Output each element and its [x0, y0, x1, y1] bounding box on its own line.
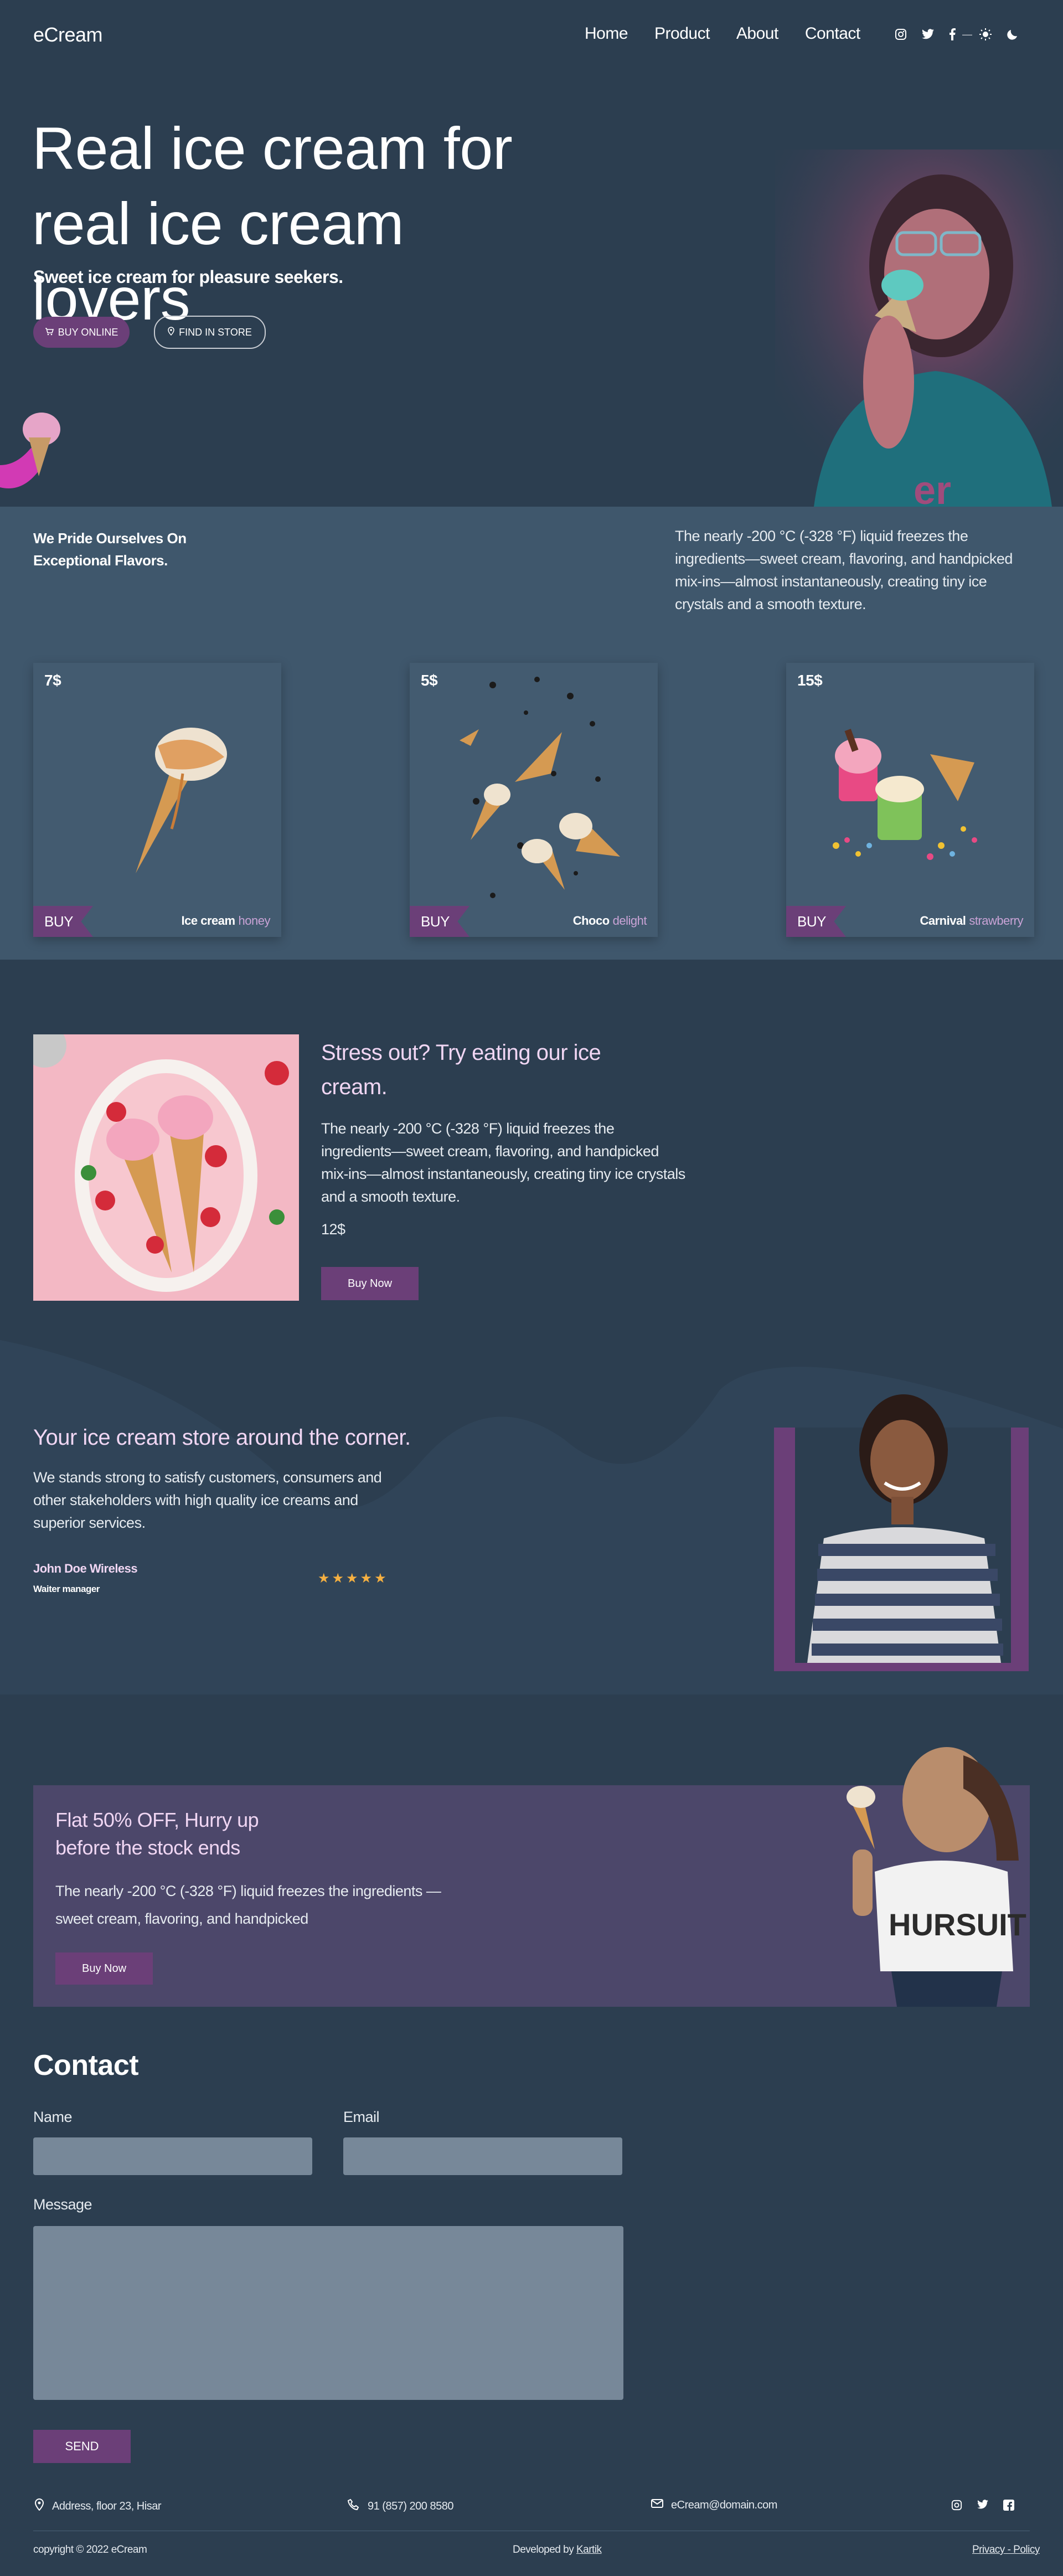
product-flavor: strawberry: [969, 914, 1023, 928]
find-in-store-label: FIND IN STORE: [179, 326, 252, 338]
buy-online-label: BUY ONLINE: [58, 326, 118, 338]
message-field[interactable]: [33, 2226, 623, 2400]
location-pin-icon: [168, 326, 174, 338]
product-price: 15$: [797, 672, 823, 689]
star-icon: ★: [374, 1571, 386, 1586]
reviewer-role: Waiter manager: [33, 1584, 100, 1594]
developer-credit: Developed by Kartik: [513, 2544, 602, 2556]
svg-text:er: er: [914, 468, 951, 507]
send-button[interactable]: SEND: [33, 2430, 131, 2463]
product-name-main: Carnival: [920, 914, 966, 928]
promo-title: Flat 50% OFF, Hurry up before the stock …: [55, 1809, 259, 1859]
name-field[interactable]: [33, 2137, 312, 2175]
flavors-heading-line1: We Pride Ourselves On: [33, 530, 187, 547]
footer-email[interactable]: eCream@domain.com: [651, 2498, 777, 2512]
instagram-icon[interactable]: [895, 28, 907, 40]
product-card[interactable]: 5$ BUY Choco delight: [410, 663, 658, 937]
twitter-icon[interactable]: [977, 2500, 989, 2513]
top-navigation: eCream Home Product About Contact —: [0, 0, 1063, 72]
store-description: We stands strong to satisfy customers, c…: [33, 1469, 382, 1531]
hero-subtitle: Sweet ice cream for pleasure seekers.: [33, 267, 343, 287]
find-in-store-button[interactable]: FIND IN STORE: [154, 316, 266, 349]
stress-description: The nearly -200 °C (-328 °F) liquid free…: [321, 1120, 685, 1205]
product-name-main: Choco: [572, 914, 610, 928]
email-field[interactable]: [343, 2137, 622, 2175]
product-name-main: Ice cream: [181, 914, 236, 928]
privacy-policy-label[interactable]: Privacy - Policy: [972, 2544, 1040, 2556]
footer-phone-text: 91 (857) 200 8580: [368, 2500, 453, 2512]
honey-cone-image: [136, 728, 227, 873]
sun-icon[interactable]: [979, 28, 992, 41]
copyright: copyright © 2022 eCream: [33, 2544, 147, 2556]
hero-woman-image: er: [775, 150, 1063, 507]
product-name: Carnival strawberry: [920, 914, 1023, 928]
email-label: Email: [343, 2109, 380, 2125]
instagram-icon[interactable]: [951, 2500, 962, 2513]
stress-ice-cream-image: [33, 1034, 299, 1301]
product-card[interactable]: 7$ BUY Ice cream honey: [33, 663, 281, 937]
developer-prefix: Developed by: [513, 2544, 574, 2556]
main-menu: Home Product About Contact: [585, 24, 860, 43]
flavors-heading: We Pride Ourselves On Exceptional Flavor…: [33, 527, 187, 571]
logo[interactable]: eCream: [33, 23, 103, 47]
mail-icon: [651, 2498, 663, 2512]
product-price: 7$: [44, 672, 61, 689]
star-icon: ★: [360, 1571, 373, 1586]
choco-cones-image: [460, 677, 620, 898]
stress-title: Stress out? Try eating our ice cream.: [321, 1040, 601, 1099]
star-icon: ★: [346, 1571, 358, 1586]
footer-phone[interactable]: 91 (857) 200 8580: [347, 2498, 453, 2514]
product-flavor: delight: [612, 914, 647, 928]
moon-icon[interactable]: [1007, 28, 1019, 40]
promo-buy-now-button[interactable]: Buy Now: [55, 1952, 153, 1985]
cart-icon: [45, 327, 54, 338]
flavors-description: The nearly -200 °C (-328 °F) liquid free…: [675, 528, 1013, 612]
rating-stars: ★ ★ ★ ★ ★: [318, 1570, 386, 1586]
svg-text:HURSUIT: HURSUIT: [889, 1907, 1026, 1942]
product-flavor: honey: [238, 914, 271, 928]
menu-item-home[interactable]: Home: [585, 24, 628, 43]
store-title: Your ice cream store around the corner.: [33, 1425, 411, 1450]
facebook-icon[interactable]: [949, 28, 956, 40]
twitter-icon[interactable]: [921, 29, 935, 40]
reviewer-photo: [774, 1372, 1029, 1671]
developer-link[interactable]: Kartik: [576, 2544, 602, 2556]
promo-woman-image: HURSUIT: [847, 1747, 1026, 2007]
promo-description: The nearly -200 °C (-328 °F) liquid free…: [55, 1883, 441, 1927]
name-label: Name: [33, 2109, 73, 2125]
product-name: Choco delight: [573, 914, 647, 928]
hero-pink-cone-image: [0, 413, 60, 488]
footer-address-text: Address, floor 23, Hisar: [52, 2500, 161, 2512]
facebook-icon[interactable]: [1003, 2500, 1014, 2513]
menu-item-contact[interactable]: Contact: [805, 24, 860, 43]
contact-title: Contact: [33, 2049, 139, 2082]
phone-icon: [347, 2498, 360, 2514]
hero-title: Real ice cream for real ice cream lovers: [32, 115, 513, 332]
menu-item-about[interactable]: About: [736, 24, 778, 43]
flavors-heading-line2: Exceptional Flavors.: [33, 552, 168, 569]
buy-now-button[interactable]: Buy Now: [321, 1267, 419, 1300]
product-name: Ice cream honey: [181, 914, 271, 928]
privacy-policy-link[interactable]: Privacy - Policy: [972, 2544, 1040, 2556]
stress-price: 12$: [321, 1221, 345, 1238]
star-icon: ★: [318, 1571, 330, 1586]
message-label: Message: [33, 2196, 92, 2213]
star-icon: ★: [332, 1571, 344, 1586]
theme-separator: —: [962, 28, 972, 40]
carnival-cups-image: [833, 729, 977, 860]
product-card[interactable]: 15$ BUY Carnival strawberry: [786, 663, 1034, 937]
footer-email-text: eCream@domain.com: [671, 2498, 777, 2511]
footer-social-links: [951, 2500, 1014, 2513]
location-pin-icon: [34, 2498, 44, 2514]
buy-online-button[interactable]: BUY ONLINE: [33, 317, 130, 348]
footer-address: Address, floor 23, Hisar: [34, 2498, 161, 2514]
menu-item-product[interactable]: Product: [654, 24, 710, 43]
social-links: —: [895, 28, 1019, 41]
reviewer-name: John Doe Wireless: [33, 1562, 138, 1575]
product-price: 5$: [421, 672, 438, 689]
